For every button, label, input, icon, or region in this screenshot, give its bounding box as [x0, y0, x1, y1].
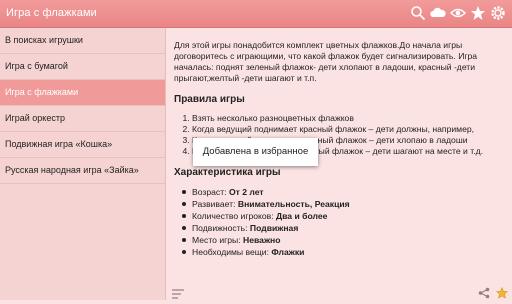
rules-heading: Правила игры — [174, 94, 245, 105]
star-icon[interactable] — [470, 5, 486, 21]
list-item: Место игры: Неважно — [182, 234, 504, 246]
char-label: Необходимы вещи: — [192, 247, 272, 257]
eye-icon[interactable] — [450, 5, 466, 21]
intro-text: Для этой игры понадобится комплект цветн… — [174, 40, 478, 83]
char-value: Два и более — [276, 211, 328, 221]
cloud-icon[interactable] — [430, 5, 446, 21]
char-value: Внимательность, Реакция — [237, 199, 350, 209]
list-item: Количество игроков: Два и более — [182, 210, 504, 222]
search-icon[interactable] — [410, 5, 426, 21]
char-label: Место игры: — [192, 235, 244, 245]
settings-icon[interactable] — [490, 5, 506, 21]
char-value: От 2 лет — [228, 187, 264, 197]
char-value: Неважно — [243, 235, 281, 245]
bottom-actions — [478, 284, 509, 299]
sidebar-item-orchestra[interactable]: Играй оркестр — [0, 106, 165, 132]
characteristics-heading: Характеристика игры — [174, 167, 281, 178]
list-item: Возраст: От 2 лет — [182, 186, 504, 198]
favorite-toast: Добавлена в избранное — [193, 138, 318, 166]
sidebar-item-cat-game[interactable]: Подвижная игра «Кошка» — [0, 132, 165, 158]
sidebar-item-flags-game[interactable]: Игра с флажками — [0, 80, 165, 106]
text-size-icon[interactable] — [171, 285, 185, 299]
char-value: Подвижная — [249, 223, 299, 233]
char-label: Возраст: — [192, 187, 229, 197]
sidebar-item-toy-search[interactable]: В поисках игрушки — [0, 28, 165, 54]
char-label: Развивает: — [192, 199, 238, 209]
characteristics-list: Возраст: От 2 лет Развивает: Внимательно… — [174, 186, 504, 258]
share-icon[interactable] — [478, 284, 490, 299]
app-title: Игра с флажками — [6, 7, 97, 19]
list-item: Развивает: Внимательность, Реакция — [182, 198, 504, 210]
sidebar: В поисках игрушки Игра с бумагой Игра с … — [0, 28, 166, 300]
char-label: Количество игроков: — [192, 211, 277, 221]
favorite-star-icon[interactable] — [495, 284, 509, 299]
char-label: Подвижность: — [192, 223, 250, 233]
list-item: Когда ведущий поднимает красный флажок –… — [192, 124, 504, 135]
list-item: Необходимы вещи: Флажки — [182, 246, 504, 258]
title-bar: Игра с флажками — [0, 0, 512, 28]
list-item: Подвижность: Подвижная — [182, 222, 504, 234]
sidebar-item-bunny-game[interactable]: Русская народная игра «Зайка» — [0, 158, 165, 184]
list-item: Взять несколько разноцветных флажков — [192, 113, 504, 124]
char-value: Флажки — [271, 247, 305, 257]
toolbar-icons — [410, 5, 506, 23]
sidebar-item-paper-game[interactable]: Игра с бумагой — [0, 54, 165, 80]
